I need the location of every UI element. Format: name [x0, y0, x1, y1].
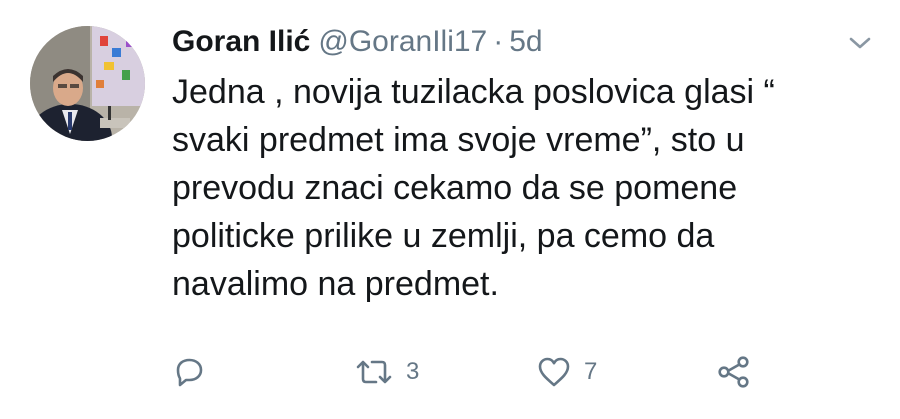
tweet-header: Goran Ilić @GoranIli17 · 5d	[172, 22, 543, 62]
tweet-card[interactable]: Goran Ilić @GoranIli17 · 5d Jedna , novija …	[0, 0, 900, 419]
retweet-icon	[354, 355, 394, 389]
avatar[interactable]	[30, 26, 145, 141]
like-count: 7	[584, 358, 598, 385]
retweet-count: 3	[406, 358, 420, 385]
share-button[interactable]	[716, 352, 752, 392]
separator-dot: ·	[493, 25, 504, 58]
tweet-text: Jedna , novija tuzilacka poslovica glasi…	[172, 73, 775, 303]
avatar-image	[30, 26, 145, 141]
heart-icon	[536, 355, 572, 389]
reply-icon	[172, 355, 206, 389]
like-button[interactable]: 7	[536, 352, 597, 392]
display-name[interactable]: Goran Ilić	[172, 25, 310, 58]
retweet-button[interactable]: 3	[354, 352, 419, 392]
timestamp[interactable]: 5d	[509, 25, 542, 58]
user-handle[interactable]: @GoranIli17	[318, 25, 487, 58]
chevron-down-icon[interactable]	[848, 34, 872, 52]
tweet-actions: 3 7	[172, 352, 872, 392]
share-icon	[716, 354, 752, 390]
reply-button[interactable]	[172, 352, 206, 392]
